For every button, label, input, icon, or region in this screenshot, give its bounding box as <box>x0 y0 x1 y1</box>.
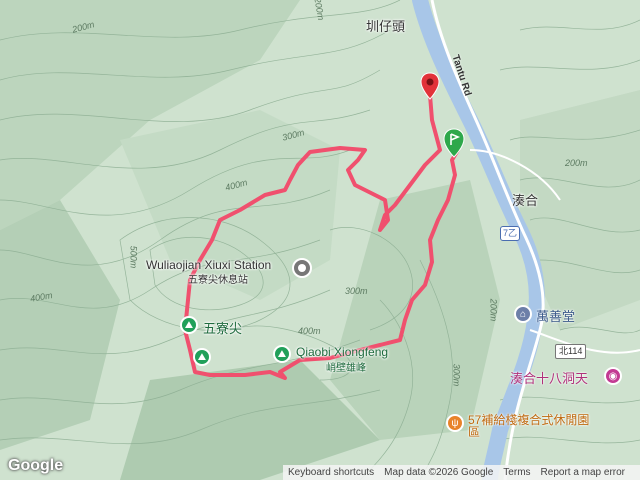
contour-label: 200m <box>565 158 588 168</box>
report-error-link[interactable]: Report a map error <box>536 467 630 478</box>
map-canvas[interactable] <box>0 0 640 480</box>
contour-label: 300m <box>451 363 462 387</box>
attribution-bar: Keyboard shortcuts Map data ©2026 Google… <box>283 465 640 480</box>
peak-label-qiaobi-en[interactable]: Qiaobi Xiongfeng <box>296 345 388 359</box>
station-label-en[interactable]: Wuliaojian Xiuxi Station <box>146 258 271 272</box>
place-label-zhuzaitou[interactable]: 圳仔頭 <box>366 16 405 35</box>
contour-label: 500m <box>128 245 139 269</box>
terms-link[interactable]: Terms <box>498 467 535 478</box>
peak-label-wuliaojian[interactable]: 五寮尖 <box>203 318 242 337</box>
park-marker-icon[interactable]: ⛰ <box>193 348 211 366</box>
poi-label-wanshantang[interactable]: 萬善堂 <box>536 306 575 325</box>
contour-label: 200m <box>488 298 499 322</box>
google-logo: Google <box>8 457 64 474</box>
map-data-text: Map data ©2026 Google <box>384 467 494 478</box>
keyboard-shortcuts-link[interactable]: Keyboard shortcuts <box>283 467 379 478</box>
road-shield-7: 7乙 <box>500 226 520 241</box>
road-shield-114: 北114 <box>555 344 587 359</box>
poi-label-cave[interactable]: 湊合十八洞天 <box>510 368 588 387</box>
restaurant-marker-icon[interactable]: ψ <box>446 414 464 432</box>
park-marker-icon[interactable]: ⛰ <box>180 316 198 334</box>
contour-label: 400m <box>298 326 321 336</box>
peak-label-qiaobi-zh: 峭壁雄峰 <box>326 363 366 374</box>
temple-marker-icon[interactable]: ⌂ <box>514 305 532 323</box>
camera-marker-icon[interactable]: ◉ <box>604 367 622 385</box>
place-label-couhe[interactable]: 湊合 <box>512 190 538 209</box>
station-label-zh: 五寮尖休息站 <box>188 275 248 286</box>
end-pin-icon[interactable] <box>420 72 440 100</box>
info-pin-icon[interactable] <box>292 258 312 278</box>
contour-label: 300m <box>345 286 368 296</box>
start-pin-icon[interactable] <box>443 128 465 158</box>
poi-label-restaurant[interactable]: 57補給棧複合式休閒園區 <box>468 414 598 438</box>
park-marker-icon[interactable]: ⛰ <box>273 345 291 363</box>
